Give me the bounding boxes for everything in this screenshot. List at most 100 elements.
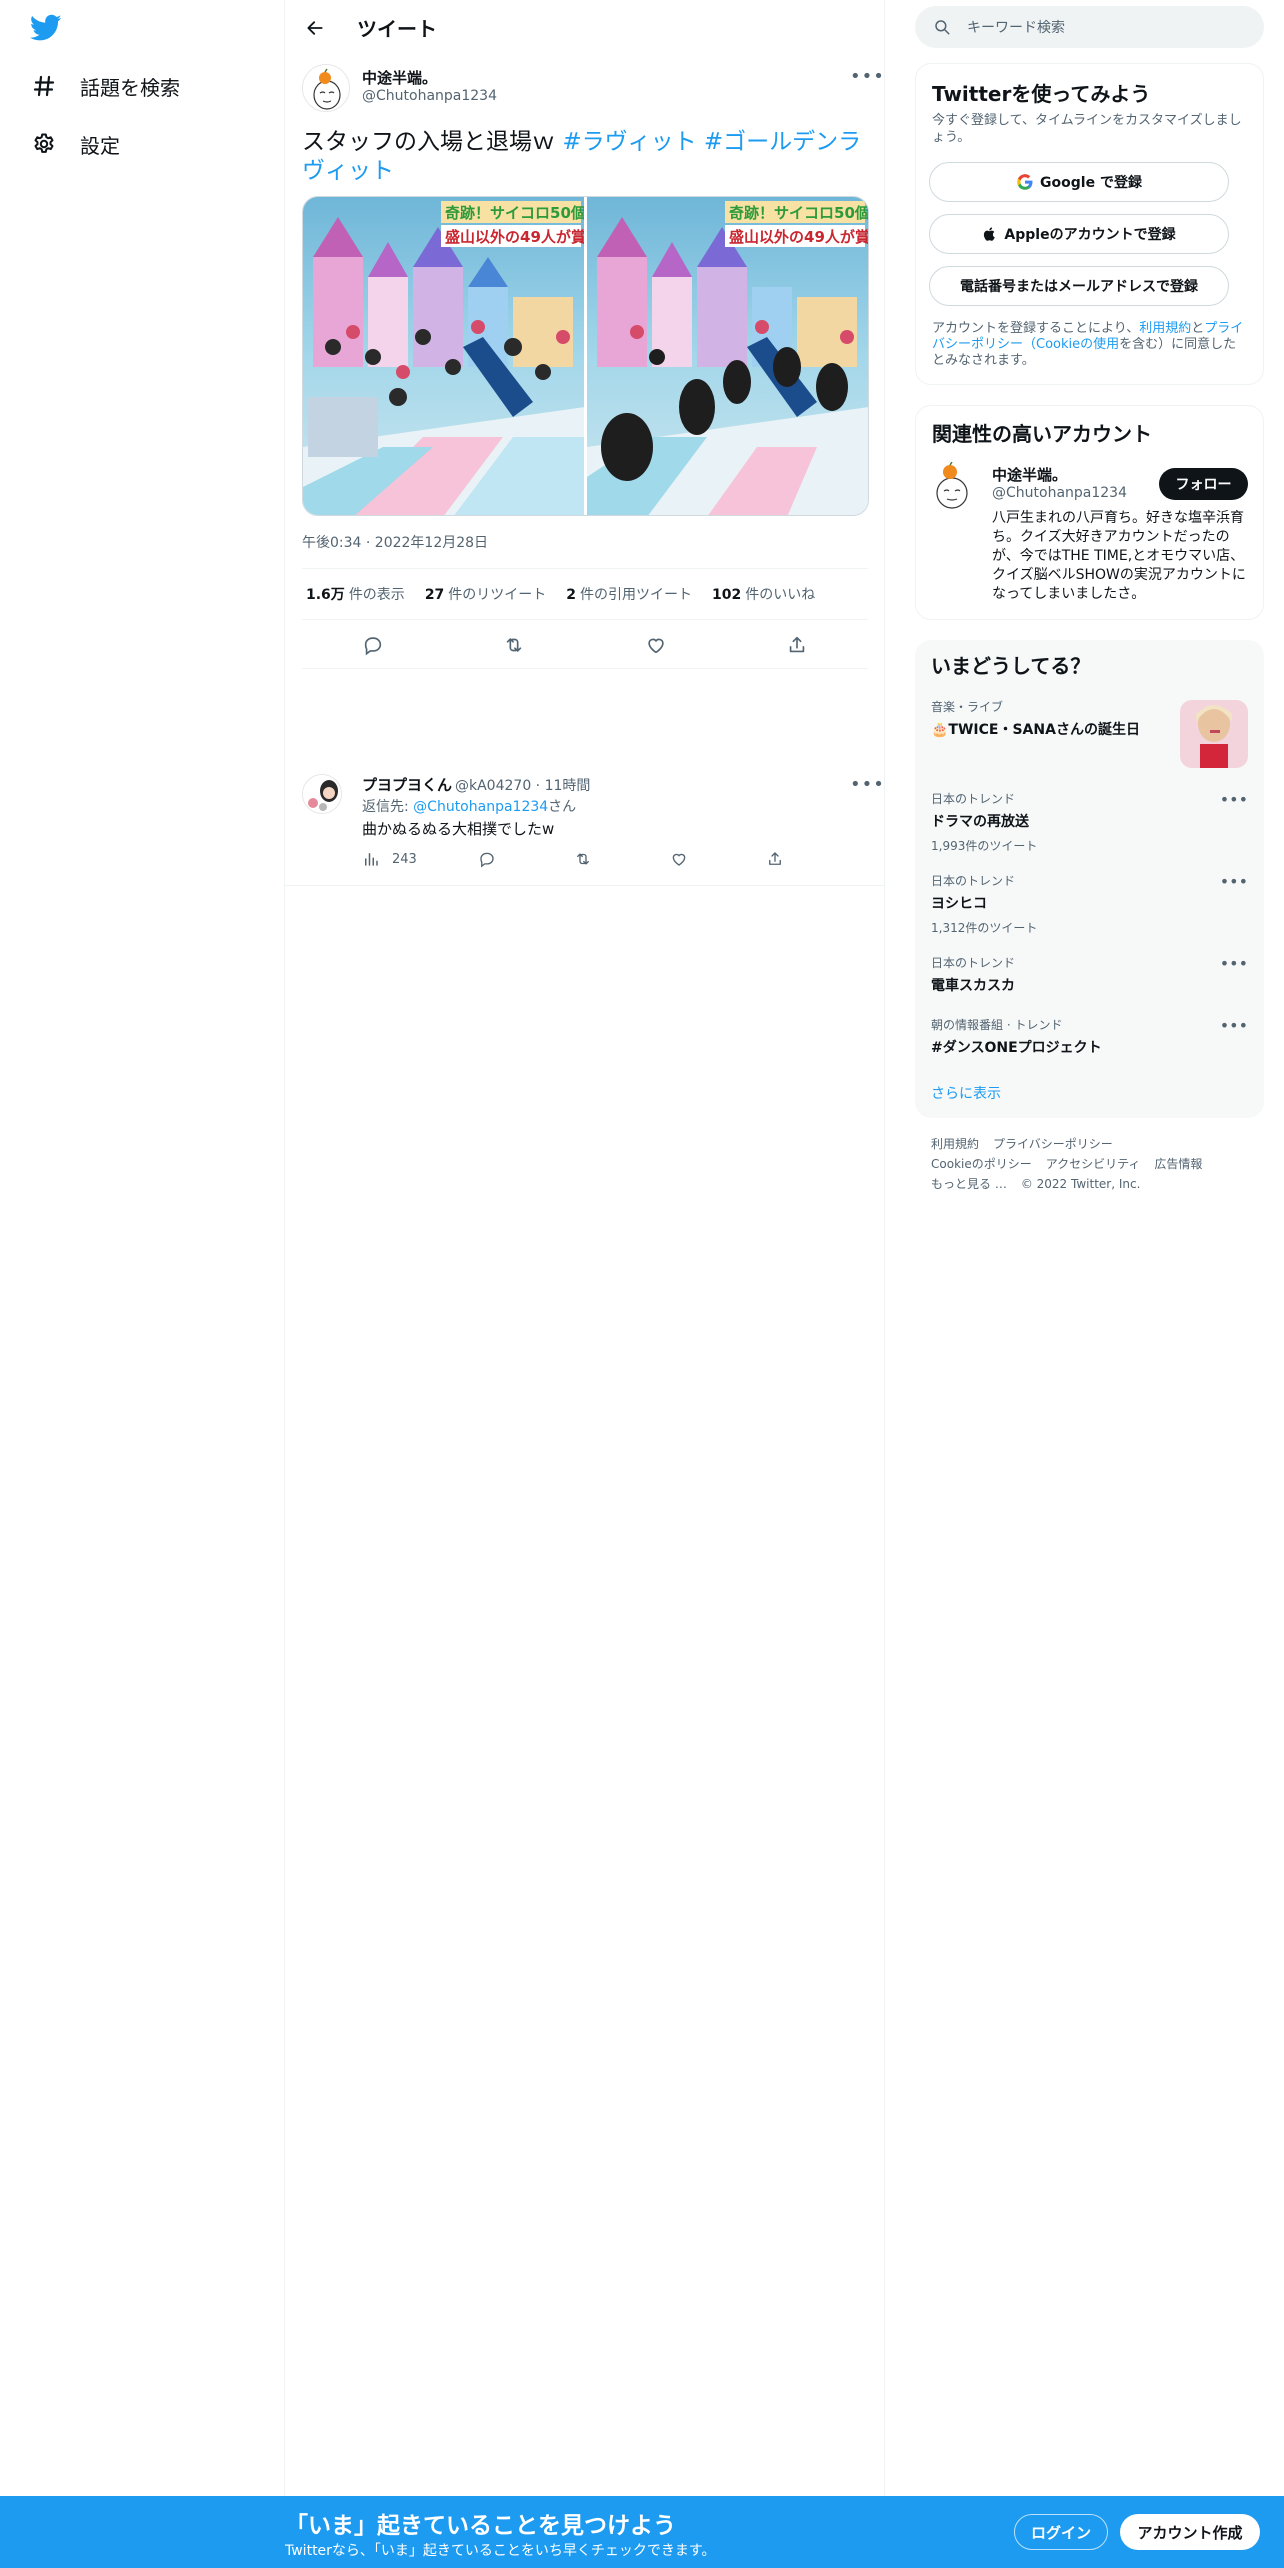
terms-link[interactable]: 利用規約 bbox=[1139, 321, 1191, 336]
reply-to: 返信先: @Chutohanpa1234さん bbox=[362, 796, 576, 816]
sidebar-item-explore[interactable]: 話題を検索 bbox=[30, 66, 180, 106]
create-account-button[interactable]: アカウント作成 bbox=[1120, 2514, 1260, 2550]
back-arrow-icon[interactable] bbox=[299, 12, 331, 44]
trend-category: 朝の情報番組 · トレンド bbox=[931, 1018, 1063, 1032]
trend-item[interactable]: 日本のトレンド ドラマの再放送 1,993件のツイート bbox=[931, 790, 1247, 854]
author-name[interactable]: 中途半端。 bbox=[362, 67, 437, 88]
retweets-label: 件のリツイート bbox=[448, 587, 547, 603]
trend-category: 日本のトレンド bbox=[931, 956, 1016, 970]
trend-thumbnail[interactable] bbox=[1180, 700, 1248, 768]
legal-text: と bbox=[1191, 321, 1205, 336]
apple-signup-button[interactable]: Appleのアカウントで登録 bbox=[929, 214, 1229, 254]
views-chart-icon bbox=[365, 853, 378, 866]
trend-more-icon[interactable]: ••• bbox=[1220, 1018, 1248, 1034]
media-image-2[interactable]: 奇跡！サイコロ50個 盛山以外の49人が賞 bbox=[587, 197, 868, 515]
share-icon[interactable] bbox=[785, 633, 809, 657]
reply-views[interactable]: 243 bbox=[362, 850, 417, 868]
footer-link[interactable]: もっと見る … bbox=[931, 1177, 1007, 1191]
reply-meta[interactable]: @kA04270 · 11時間 bbox=[455, 775, 590, 795]
show-more-link[interactable]: さらに表示 bbox=[931, 1083, 1001, 1103]
views-count: 1.6万 bbox=[306, 587, 345, 603]
retweets-stat[interactable]: 27 件のリツイート bbox=[425, 584, 546, 604]
footer-link[interactable]: 広告情報 bbox=[1154, 1157, 1202, 1171]
signup-subtitle: 今すぐ登録して、タイムラインをカスタマイズしましょう。 bbox=[932, 113, 1242, 145]
trend-item[interactable]: 日本のトレンド 電車スカスカ bbox=[931, 954, 1247, 995]
reply-tweet[interactable]: プヨプヨくん @kA04270 · 11時間 ••• 返信先: @Chutoha… bbox=[285, 760, 885, 886]
login-banner: 「いま」起きていることを見つけよう Twitterなら、「いま」起きていることを… bbox=[0, 2496, 1284, 2568]
phone-email-signup-button[interactable]: 電話番号またはメールアドレスで登録 bbox=[929, 266, 1229, 306]
like-icon[interactable] bbox=[644, 633, 668, 657]
quotes-label: 件の引用ツイート bbox=[580, 587, 693, 603]
related-title: 関連性の高いアカウント bbox=[932, 422, 1152, 446]
trend-name: ドラマの再放送 bbox=[931, 814, 1029, 830]
reply-to-suffix: さん bbox=[548, 799, 577, 815]
reply-share-icon[interactable] bbox=[766, 850, 796, 868]
login-button[interactable]: ログイン bbox=[1014, 2514, 1108, 2550]
gear-icon bbox=[30, 130, 58, 158]
likes-count: 102 bbox=[712, 587, 742, 603]
footer-links: 利用規約 プライバシーポリシー Cookieのポリシー アクセシビリティ 広告情報 も… bbox=[931, 1134, 1261, 1194]
reply-reply-icon[interactable] bbox=[478, 850, 508, 868]
signup-title: Twitterを使ってみよう bbox=[932, 82, 1151, 106]
reply-icon[interactable] bbox=[361, 633, 385, 657]
trend-category: 日本のトレンド bbox=[931, 874, 1016, 888]
reply-text: 曲かぬるぬる大相撲でしたw bbox=[362, 820, 555, 838]
trend-name: ヨシヒコ bbox=[931, 896, 987, 912]
footer-link[interactable]: プライバシーポリシー bbox=[993, 1137, 1113, 1151]
more-options-icon[interactable]: ••• bbox=[850, 68, 885, 86]
sidebar-item-label: 設定 bbox=[80, 133, 120, 158]
left-navigation: 話題を検索 設定 bbox=[0, 0, 285, 2496]
media-image-1[interactable]: 奇跡！サイコロ50個 盛山以外の49人が賞 bbox=[303, 197, 584, 515]
hashtag-icon bbox=[30, 72, 58, 100]
trend-item[interactable]: 日本のトレンド ヨシヒコ 1,312件のツイート bbox=[931, 872, 1247, 936]
google-signup-button[interactable]: Google で登録 bbox=[929, 162, 1229, 202]
trend-name: 電車スカスカ bbox=[931, 978, 1015, 994]
search-icon bbox=[935, 20, 950, 35]
trend-more-icon[interactable]: ••• bbox=[1220, 792, 1248, 808]
reply-retweet-icon[interactable] bbox=[574, 850, 604, 868]
reply-author-name[interactable]: プヨプヨくん bbox=[362, 774, 452, 795]
twitter-logo-icon[interactable] bbox=[29, 14, 66, 44]
trend-item[interactable]: 朝の情報番組 · トレンド #ダンスONEプロジェクト bbox=[931, 1016, 1247, 1057]
sidebar-item-settings[interactable]: 設定 bbox=[30, 124, 120, 164]
author-handle[interactable]: @Chutohanpa1234 bbox=[362, 88, 497, 104]
trend-category: 日本のトレンド bbox=[931, 792, 1016, 806]
related-name[interactable]: 中途半端。 bbox=[992, 464, 1067, 485]
banner-subtitle: Twitterなら、「いま」起きていることをいち早くチェックできます。 bbox=[285, 2543, 716, 2559]
retweet-icon[interactable] bbox=[502, 633, 526, 657]
related-handle[interactable]: @Chutohanpa1234 bbox=[992, 485, 1127, 501]
follow-button[interactable]: フォロー bbox=[1159, 468, 1248, 500]
quotes-count: 2 bbox=[566, 587, 577, 603]
footer-link[interactable]: Cookieのポリシー bbox=[931, 1157, 1032, 1171]
mention-link[interactable]: @Chutohanpa1234 bbox=[413, 799, 548, 815]
phone-signup-label: 電話番号またはメールアドレスで登録 bbox=[960, 279, 1198, 295]
signup-legal-text: アカウントを登録することにより、利用規約とプライバシーポリシー（Cookieの使… bbox=[932, 321, 1248, 369]
tweet-timestamp[interactable]: 午後0:34 · 2022年12月28日 bbox=[302, 532, 488, 552]
trend-more-icon[interactable]: ••• bbox=[1220, 874, 1248, 890]
reply-avatar[interactable] bbox=[302, 774, 342, 814]
cookie-link[interactable]: Cookieの使用 bbox=[1036, 337, 1119, 352]
tweet-stats: 1.6万 件の表示 27 件のリツイート 2 件の引用ツイート 102 件のいいね bbox=[302, 568, 868, 620]
google-icon bbox=[1016, 173, 1034, 191]
trend-count: 1,993件のツイート bbox=[931, 839, 1038, 853]
likes-stat[interactable]: 102 件のいいね bbox=[712, 584, 815, 604]
footer-link[interactable]: 利用規約 bbox=[931, 1137, 979, 1151]
quotes-stat[interactable]: 2 件の引用ツイート bbox=[566, 584, 692, 604]
trend-more-icon[interactable]: ••• bbox=[1220, 956, 1248, 972]
media-caption: 盛山以外の49人が賞 bbox=[729, 228, 868, 246]
apple-signup-label: Appleのアカウントで登録 bbox=[1004, 227, 1176, 243]
tweet-media[interactable]: 奇跡！サイコロ50個 盛山以外の49人が賞 奇跡！サイコロ50個 盛山以外の49… bbox=[302, 196, 869, 516]
author-avatar[interactable] bbox=[302, 64, 350, 112]
reply-actions: 243 bbox=[362, 850, 802, 874]
page-title: ツイート bbox=[357, 17, 437, 41]
tweet-actions bbox=[302, 621, 868, 669]
related-avatar[interactable] bbox=[932, 462, 972, 510]
reply-views-count: 243 bbox=[392, 851, 417, 867]
more-options-icon[interactable]: ••• bbox=[850, 776, 885, 794]
tweet-body: スタッフの入場と退場ｗ bbox=[302, 129, 563, 155]
hashtag-link[interactable]: #ラヴィット bbox=[562, 129, 696, 155]
footer-link[interactable]: アクセシビリティ bbox=[1046, 1157, 1141, 1171]
reply-like-icon[interactable] bbox=[670, 850, 700, 868]
media-caption: 奇跡！サイコロ50個 bbox=[445, 204, 584, 222]
search-input[interactable]: キーワード検索 bbox=[915, 6, 1264, 48]
